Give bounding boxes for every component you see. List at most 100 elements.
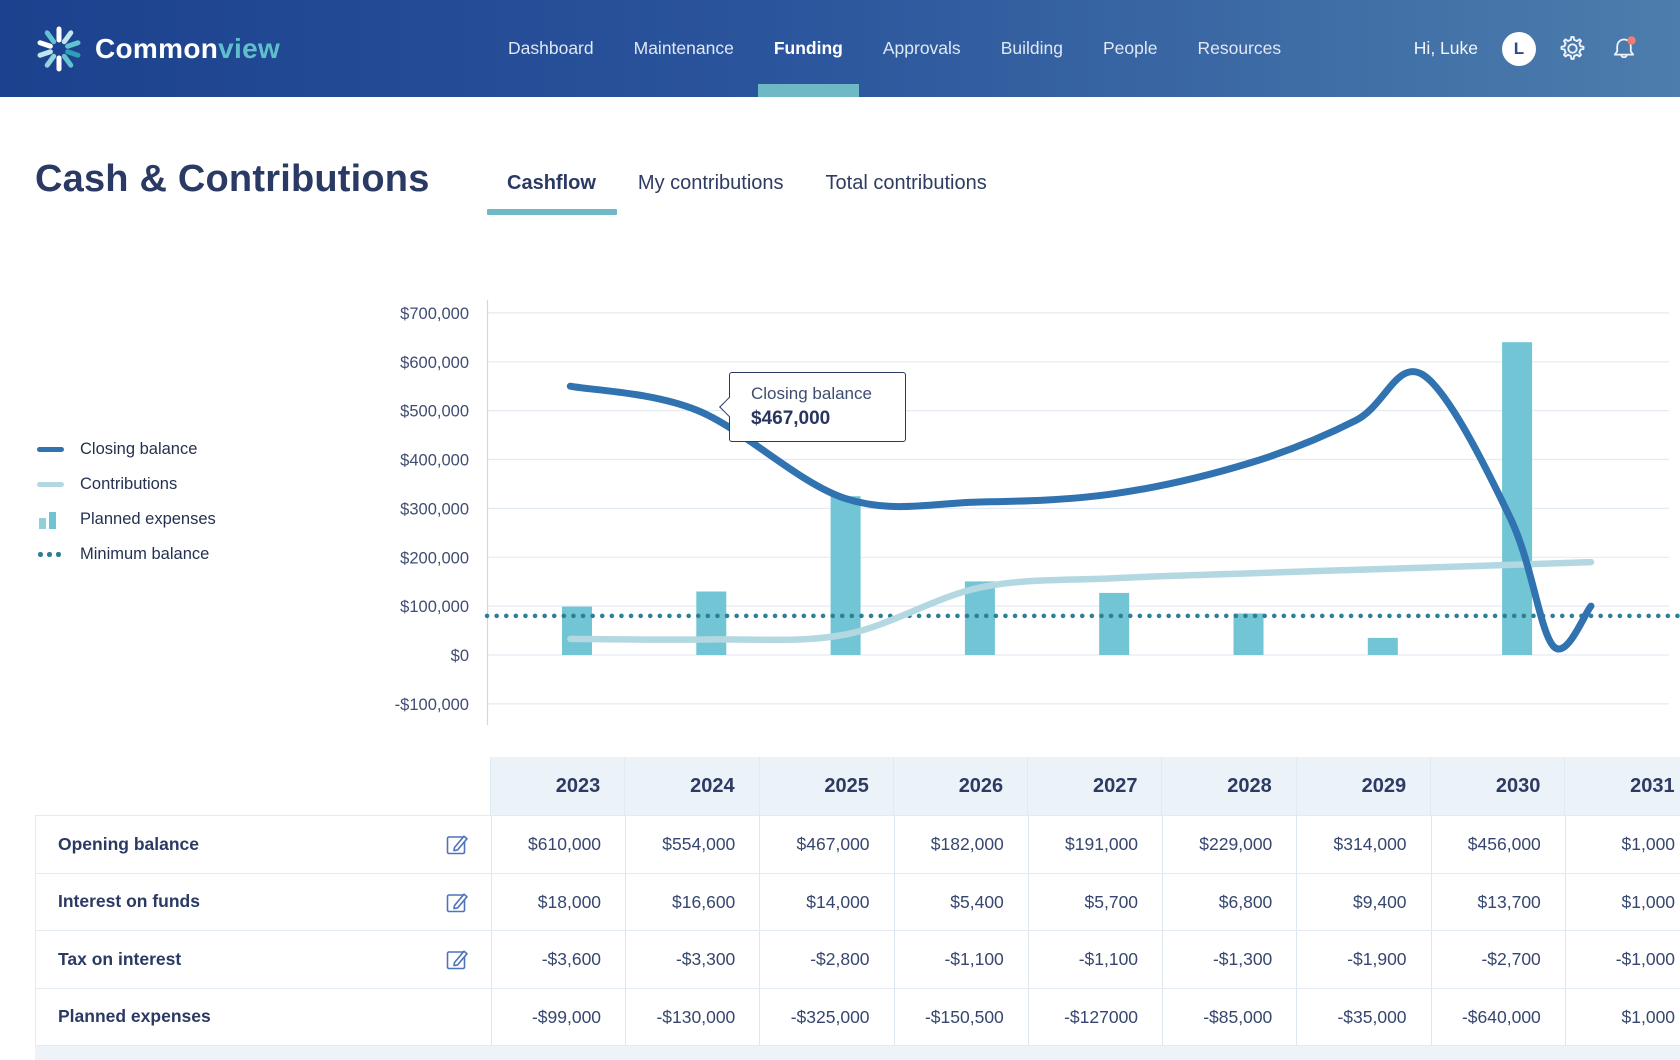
cell-tax-2028: -$1,300: [1162, 931, 1296, 988]
row-label-cell: Planned expenses: [36, 989, 491, 1046]
planned-expenses-bar-2024[interactable]: [696, 592, 726, 656]
y-axis-tick-label: -$100,000: [395, 696, 469, 714]
edit-tax-on-interest-button[interactable]: [444, 946, 470, 972]
user-greeting: Hi, Luke: [1414, 38, 1478, 59]
cell-tax-2023: -$3,600: [491, 931, 625, 988]
nav-item-approvals[interactable]: Approvals: [883, 0, 961, 97]
cell-planned-expenses-2025: -$325,000: [759, 989, 893, 1046]
cell-planned-expenses-2023: -$99,000: [491, 989, 625, 1046]
edit-opening-balance-button[interactable]: [444, 831, 470, 857]
cell-planned-expenses-2030: -$640,000: [1431, 989, 1565, 1046]
planned-expenses-bar-2030[interactable]: [1502, 342, 1532, 655]
cell-tax-2025: -$2,800: [759, 931, 893, 988]
row-label: Interest on funds: [58, 891, 200, 912]
user-avatar[interactable]: L: [1502, 32, 1536, 66]
cell-tax-2027: -$1,100: [1028, 931, 1162, 988]
cell-planned-expenses-2027: -$127000: [1028, 989, 1162, 1046]
column-header-2025: 2025: [759, 757, 893, 815]
nav-item-building[interactable]: Building: [1001, 0, 1063, 97]
column-header-2023: 2023: [490, 757, 624, 815]
cell-interest-2027: $5,700: [1028, 874, 1162, 931]
row-label-cell: Opening balance: [36, 816, 491, 873]
cell-opening-balance-2024: $554,000: [625, 816, 759, 873]
planned-expenses-bar-2028[interactable]: [1234, 614, 1264, 656]
page-title: Cash & Contributions: [35, 158, 430, 201]
cell-interest-2030: $13,700: [1431, 874, 1565, 931]
table-row-interest-on-funds: Interest on funds $18,000 $16,600 $14,00…: [35, 873, 1680, 931]
edit-interest-on-funds-button[interactable]: [444, 889, 470, 915]
nav-item-people[interactable]: People: [1103, 0, 1158, 97]
nav-item-maintenance[interactable]: Maintenance: [634, 0, 734, 97]
planned-expenses-bar-2027[interactable]: [1099, 593, 1129, 655]
y-axis-tick-label: $200,000: [400, 549, 469, 567]
cell-interest-2029: $9,400: [1296, 874, 1430, 931]
edit-icon: [444, 946, 470, 972]
cell-opening-balance-2029: $314,000: [1296, 816, 1430, 873]
cell-opening-balance-2025: $467,000: [759, 816, 893, 873]
brand-logo-icon: [35, 25, 83, 73]
nav-item-funding[interactable]: Funding: [774, 0, 843, 97]
y-axis-tick-label: $600,000: [400, 354, 469, 372]
table-row-opening-balance: Opening balance $610,000 $554,000 $467,0…: [35, 815, 1680, 873]
edit-icon: [444, 889, 470, 915]
column-header-2030: 2030: [1430, 757, 1564, 815]
cell-planned-expenses-2026: -$150,500: [894, 989, 1028, 1046]
cell-planned-expenses-2028: -$85,000: [1162, 989, 1296, 1046]
cell-opening-balance-2030: $456,000: [1431, 816, 1565, 873]
cell-opening-balance-2027: $191,000: [1028, 816, 1162, 873]
settings-button[interactable]: [1556, 33, 1588, 65]
cell-tax-2030: -$2,700: [1431, 931, 1565, 988]
y-axis-tick-label: $700,000: [400, 305, 469, 323]
planned-expenses-bar-2029[interactable]: [1368, 638, 1398, 655]
main-nav: Dashboard Maintenance Funding Approvals …: [508, 0, 1281, 97]
cell-opening-balance-2028: $229,000: [1162, 816, 1296, 873]
cell-interest-2024: $16,600: [625, 874, 759, 931]
cell-planned-expenses-2024: -$130,000: [625, 989, 759, 1046]
tab-cashflow[interactable]: Cashflow: [507, 172, 596, 195]
tab-my-contributions[interactable]: My contributions: [638, 172, 784, 195]
cell-interest-2031: $1,000: [1565, 874, 1680, 931]
planned-expenses-bar-2023[interactable]: [562, 607, 592, 655]
table-row-tax-on-interest: Tax on interest -$3,600 -$3,300 -$2,800 …: [35, 930, 1680, 988]
cell-interest-2025: $14,000: [759, 874, 893, 931]
cashflow-chart-svg: $700,000$600,000$500,000$400,000$300,000…: [0, 280, 1680, 740]
brand-name: Commonview: [95, 33, 280, 65]
cell-tax-2029: -$1,900: [1296, 931, 1430, 988]
cell-opening-balance-2026: $182,000: [894, 816, 1028, 873]
column-header-2031: 2031: [1564, 757, 1680, 815]
column-header-2026: 2026: [893, 757, 1027, 815]
nav-item-dashboard[interactable]: Dashboard: [508, 0, 594, 97]
cashflow-table: 2023 2024 2025 2026 2027 2028 2029 2030 …: [35, 757, 1680, 1060]
cell-interest-2028: $6,800: [1162, 874, 1296, 931]
y-axis-tick-label: $0: [451, 647, 469, 665]
row-label-cell: Tax on interest: [36, 931, 491, 988]
column-header-2028: 2028: [1161, 757, 1295, 815]
top-navbar: Commonview Dashboard Maintenance Funding…: [0, 0, 1680, 97]
cell-planned-expenses-2031: $1,000: [1565, 989, 1680, 1046]
table-header-row: 2023 2024 2025 2026 2027 2028 2029 2030 …: [35, 757, 1680, 815]
brand-logo[interactable]: Commonview: [35, 0, 280, 97]
notification-badge: [1627, 36, 1635, 44]
tab-total-contributions[interactable]: Total contributions: [826, 172, 987, 195]
y-axis-tick-label: $100,000: [400, 598, 469, 616]
cell-planned-expenses-2029: -$35,000: [1296, 989, 1430, 1046]
cell-tax-2031: -$1,000: [1565, 931, 1680, 988]
edit-icon: [444, 831, 470, 857]
cell-interest-2023: $18,000: [491, 874, 625, 931]
notifications-button[interactable]: [1608, 33, 1640, 65]
y-axis-tick-label: $400,000: [400, 452, 469, 470]
cell-tax-2024: -$3,300: [625, 931, 759, 988]
tab-bar: Cashflow My contributions Total contribu…: [507, 172, 987, 195]
cell-tax-2026: -$1,100: [894, 931, 1028, 988]
table-row-planned-expenses: Planned expenses -$99,000 -$130,000 -$32…: [35, 988, 1680, 1046]
bell-icon: [1610, 34, 1638, 64]
nav-user-area: Hi, Luke L: [1414, 0, 1640, 97]
nav-item-resources[interactable]: Resources: [1197, 0, 1281, 97]
row-label-cell: Interest on funds: [36, 874, 491, 931]
gear-icon: [1558, 34, 1587, 63]
y-axis-tick-label: $300,000: [400, 500, 469, 518]
cell-opening-balance-2023: $610,000: [491, 816, 625, 873]
tooltip-value: $467,000: [751, 408, 905, 430]
column-header-2027: 2027: [1027, 757, 1161, 815]
column-header-2029: 2029: [1296, 757, 1430, 815]
